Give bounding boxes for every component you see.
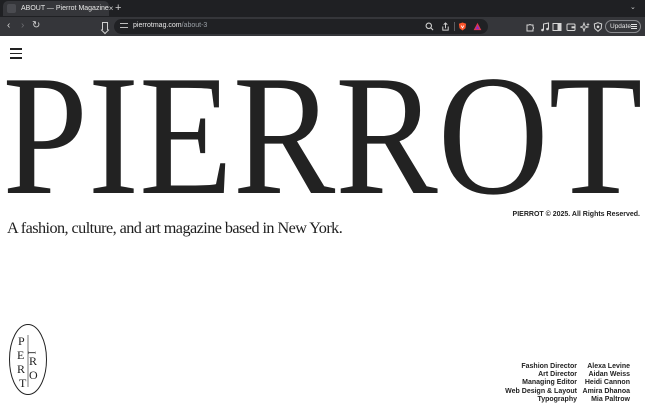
credit-role: Fashion Director [521,363,577,370]
credit-role: Typography [537,395,577,403]
extensions-icon[interactable] [525,22,535,32]
bookmark-icon[interactable] [102,22,108,30]
copyright-text: PIERROT © 2025. All Rights Reserved. [512,211,640,218]
favicon-icon [7,4,16,13]
close-tab-icon[interactable]: × [109,4,114,13]
vpn-icon[interactable] [593,22,603,32]
credit-name: Heidi Cannon [584,379,630,387]
credit-row: Web Design & Layout Amira Dhanoa [490,388,630,396]
svg-text:E: E [17,348,24,362]
wordmark-text: PIERROT [3,51,643,211]
menu-icon[interactable] [631,24,637,29]
update-label: Update [610,23,631,30]
credit-name: Mia Paltrow [591,395,630,403]
credit-name: Amira Dhanoa [582,387,630,395]
pierrot-emblem-logo: P I E R R O T [9,324,47,395]
svg-text:R: R [29,354,37,368]
leo-ai-icon[interactable] [580,22,590,32]
tagline: A fashion, culture, and art magazine bas… [7,219,343,237]
forward-button[interactable]: › [21,20,24,32]
active-tab[interactable]: ABOUT — Pierrot Magazine × [3,1,113,16]
zoom-icon[interactable] [425,22,434,31]
masthead-credits: Fashion Director Alexa Levine Art Director… [490,363,630,403]
credit-role: Art Director [538,371,577,379]
tab-list-chevron-icon[interactable]: ⌄ [630,3,636,11]
brave-rewards-icon[interactable] [473,22,482,31]
share-icon[interactable] [441,22,450,31]
tab-title: ABOUT — Pierrot Magazine [21,5,109,12]
credit-row: Fashion Director Alexa Levine [490,363,630,371]
credit-row: Art Director Aidan Weiss [490,371,630,379]
new-tab-button[interactable]: + [115,2,121,14]
credit-row: Typography Mia Paltrow [490,396,630,403]
svg-text:T: T [19,376,27,390]
svg-text:R: R [17,362,25,376]
wallet-icon[interactable] [566,22,576,32]
reload-button[interactable]: ↻ [32,20,40,32]
address-bar[interactable]: pierrotmag.com/about-3 [114,19,488,34]
credit-role: Managing Editor [522,379,577,387]
brave-shield-icon[interactable] [458,22,467,31]
update-button[interactable]: Update [605,20,641,33]
svg-text:O: O [29,368,38,382]
back-button[interactable]: ‹ [7,20,10,32]
credit-name: Aidan Weiss [588,371,631,379]
media-icon[interactable] [540,22,550,32]
sidebar-icon[interactable] [552,22,562,32]
url-text[interactable]: pierrotmag.com/about-3 [133,22,207,29]
credit-row: Managing Editor Heidi Cannon [490,379,630,387]
site-settings-icon[interactable] [120,22,128,30]
svg-text:P: P [18,334,25,348]
pierrot-wordmark: PIERROT [3,51,643,211]
credit-role: Web Design & Layout [505,387,577,395]
browser-toolbar: ‹ › ↻ pierrotmag.com/about-3 [0,17,645,36]
credit-name: Alexa Levine [587,363,630,370]
tab-bar: ABOUT — Pierrot Magazine × + ⌄ [0,0,645,17]
